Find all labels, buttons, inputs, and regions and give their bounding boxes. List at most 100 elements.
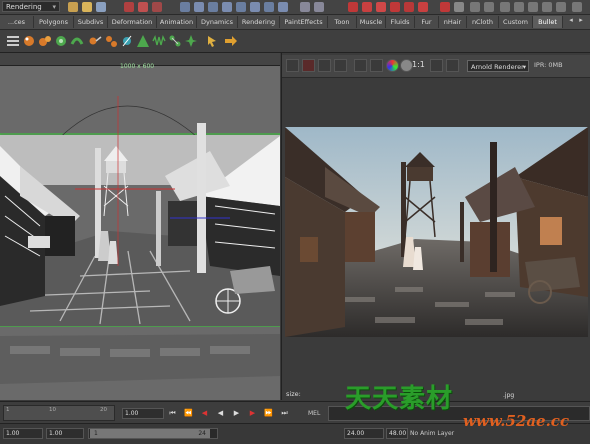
pick-mask-icon[interactable] (180, 2, 190, 12)
select-hierarchy-icon[interactable] (124, 2, 134, 12)
select-rigid-icon[interactable] (206, 34, 220, 48)
render-icon[interactable] (418, 2, 428, 12)
range-slider-handle[interactable]: 1 24 (90, 429, 210, 438)
color-channel-icon[interactable] (386, 59, 399, 72)
tab-surfaces[interactable]: ...ces (0, 16, 34, 28)
ipr-render-icon[interactable] (362, 2, 372, 12)
tab-fluids[interactable]: Fluids (386, 16, 415, 28)
pick-mask-icon[interactable] (250, 2, 260, 12)
panel-icon[interactable] (542, 2, 552, 12)
render-settings-icon[interactable] (376, 2, 386, 12)
time-slider[interactable]: 1 10 20 (3, 405, 115, 421)
render-frame-button[interactable] (286, 59, 299, 72)
render-icon[interactable] (390, 2, 400, 12)
cone-constraint-icon[interactable] (136, 34, 150, 48)
rigid-body-icon[interactable] (22, 34, 36, 48)
step-forward-key-icon[interactable]: ▶ (248, 409, 257, 418)
tab-deformation[interactable]: Deformation (108, 16, 157, 28)
tab-painteffects[interactable]: PaintEffects (280, 16, 328, 28)
panel-icon[interactable] (454, 2, 464, 12)
tab-animation[interactable]: Animation (157, 16, 197, 28)
image-file-label: .jpg (503, 392, 515, 399)
viewport-scene (0, 66, 280, 400)
pick-mask-icon[interactable] (264, 2, 274, 12)
tab-scroll-arrows[interactable]: ◂ ▸ (566, 16, 588, 28)
render-icon[interactable] (348, 2, 358, 12)
renderer-select[interactable]: Arnold Renderer ▾ (467, 60, 529, 72)
generic-constraint-icon[interactable] (168, 34, 182, 48)
start-time-field[interactable]: 1.00 (3, 428, 43, 439)
chevron-left-icon[interactable]: ◂ (566, 16, 576, 24)
pick-mask-icon[interactable] (222, 2, 232, 12)
keep-image-button[interactable] (370, 59, 383, 72)
display-settings-button[interactable] (430, 59, 443, 72)
pick-mask-icon[interactable] (194, 2, 204, 12)
step-forward-icon[interactable]: ⏩ (264, 409, 273, 418)
rigid-set-icon[interactable] (38, 34, 52, 48)
new-scene-icon[interactable] (68, 2, 78, 12)
hinge-constraint-icon[interactable] (104, 34, 118, 48)
save-scene-icon[interactable] (96, 2, 106, 12)
region-button[interactable] (334, 59, 347, 72)
playback-start-field[interactable]: 1.00 (46, 428, 84, 439)
render-icon[interactable] (404, 2, 414, 12)
select-component-icon[interactable] (152, 2, 162, 12)
status-line: Rendering ▾ (0, 0, 590, 15)
go-to-start-icon[interactable]: ⏮ (168, 409, 177, 418)
constraint-icon[interactable] (88, 34, 102, 48)
slider-constraint-icon[interactable] (120, 34, 134, 48)
play-forwards-icon[interactable]: ▶ (232, 409, 241, 418)
tab-custom[interactable]: Custom (499, 16, 533, 28)
tab-subdivs[interactable]: Subdivs (74, 16, 108, 28)
render-options-button[interactable] (446, 59, 459, 72)
tab-bullet[interactable]: Bullet (533, 16, 563, 28)
render-view-panel: 1:1 Arnold Renderer ▾ IPR: 0MB size: (281, 53, 590, 400)
chevron-down-icon: ▾ (52, 3, 56, 11)
refresh-button[interactable] (354, 59, 367, 72)
panel-icon[interactable] (470, 2, 480, 12)
ipr-button[interactable] (302, 59, 315, 72)
snap-grid-icon[interactable] (300, 2, 310, 12)
chevron-right-icon[interactable]: ▸ (576, 16, 586, 24)
tab-toon[interactable]: Toon (328, 16, 357, 28)
panel-icon[interactable] (556, 2, 566, 12)
step-back-icon[interactable]: ⏪ (184, 409, 193, 418)
image-size-label: size: (286, 390, 301, 398)
tab-ncloth[interactable]: nCloth (467, 16, 499, 28)
tab-dynamics[interactable]: Dynamics (197, 16, 238, 28)
menu-set-select[interactable]: Rendering ▾ (2, 1, 60, 12)
play-backwards-icon[interactable]: ◀ (216, 409, 225, 418)
render-icon[interactable] (440, 2, 450, 12)
tab-nhair[interactable]: nHair (439, 16, 467, 28)
select-object-icon[interactable] (138, 2, 148, 12)
open-scene-icon[interactable] (82, 2, 92, 12)
soft-body-icon[interactable] (54, 34, 68, 48)
current-frame-field[interactable]: 1.00 (122, 408, 164, 419)
pick-mask-icon[interactable] (278, 2, 288, 12)
pick-mask-icon[interactable] (236, 2, 246, 12)
tab-polygons[interactable]: Polygons (34, 16, 74, 28)
tab-muscle[interactable]: Muscle (357, 16, 386, 28)
panel-icon[interactable] (572, 2, 582, 12)
arrow-right-icon[interactable] (224, 34, 238, 48)
panel-icon[interactable] (514, 2, 524, 12)
snap-curve-icon[interactable] (314, 2, 324, 12)
step-back-key-icon[interactable]: ◀ (200, 409, 209, 418)
ipr-memory-label: IPR: 0MB (534, 61, 563, 69)
perspective-viewport[interactable] (0, 66, 280, 400)
panel-icon[interactable] (484, 2, 494, 12)
panel-icon[interactable] (500, 2, 510, 12)
tick-label: 20 (100, 407, 107, 413)
range-handle-start: 1 (94, 430, 98, 437)
shelf-menu-icon[interactable] (6, 34, 20, 48)
tab-fur[interactable]: Fur (415, 16, 439, 28)
spring-constraint-icon[interactable] (152, 34, 166, 48)
zoom-ratio-button[interactable]: 1:1 (412, 60, 425, 69)
snapshot-button[interactable] (318, 59, 331, 72)
tab-rendering[interactable]: Rendering (238, 16, 280, 28)
shatter-icon[interactable] (184, 34, 198, 48)
soft-body-wrap-icon[interactable] (70, 34, 84, 48)
go-to-end-icon[interactable]: ⏭ (280, 409, 289, 418)
panel-icon[interactable] (528, 2, 538, 12)
pick-mask-icon[interactable] (208, 2, 218, 12)
